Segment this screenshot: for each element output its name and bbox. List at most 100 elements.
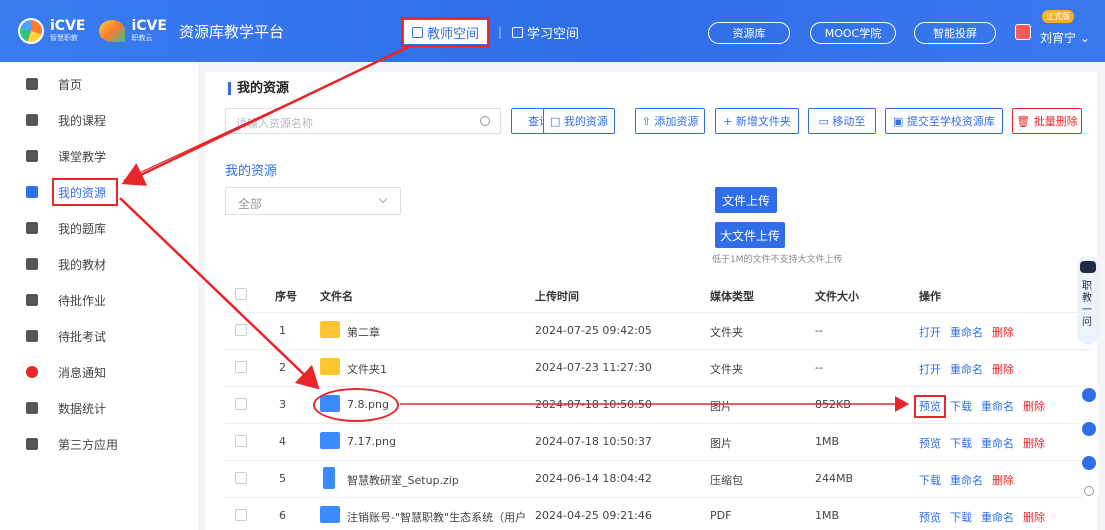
media-type: 图片 [710,437,732,450]
row-actions: 打开 重命名 删除 [919,361,1023,377]
row-index: 2 [279,361,286,374]
rename-link[interactable]: 重命名 [981,437,1014,450]
table-row[interactable]: 5 智慧教研室_Setup.zip 2024-06-14 18:04:42 压缩… [225,461,1089,498]
resource-library-button[interactable]: 资源库 [708,22,790,44]
delete-link[interactable]: 删除 [1023,400,1045,413]
homework-icon [26,294,38,306]
open-link[interactable]: 打开 [919,363,941,376]
my-resources-button[interactable]: □ 我的资源 [543,108,615,134]
nav-teacher-space[interactable]: 教师空间 [400,17,491,47]
col-size: 文件大小 [815,290,859,303]
sidebar-item-home[interactable]: 首页 [0,66,198,102]
add-resource-button[interactable]: ⇧ 添加资源 [635,108,705,134]
rename-link[interactable]: 重命名 [950,326,983,339]
preview-link[interactable]: 预览 [914,395,946,418]
nav-study-label: 学习空间 [527,26,580,42]
teacher-space-icon [412,26,423,38]
sidebar-item-label: 我的教材 [58,257,107,272]
search-input[interactable]: 请输入资源名称 [225,108,501,134]
top-navigation-bar: iCVE 智慧职教 iCVE 职教云 资源库教学平台 教师空间 | 学习空间 资… [0,0,1105,62]
delete-link[interactable]: 删除 [992,326,1014,339]
file-name[interactable]: 注销账号-"智慧职教"生态系统（用户 [347,509,527,525]
sidebar-item-resources[interactable]: 我的资源 [0,174,198,210]
download-link[interactable]: 下载 [919,474,941,487]
row-checkbox[interactable] [235,398,247,410]
sidebar-item-homework[interactable]: 待批作业 [0,282,198,318]
download-link[interactable]: 下载 [950,511,972,524]
file-name[interactable]: 7.17.png [347,435,396,448]
user-menu[interactable]: 刘宵宁 ⌄ [1040,29,1090,46]
file-name[interactable]: 第二章 [347,324,380,340]
sidebar-item-classroom[interactable]: 课堂教学 [0,138,198,174]
open-link[interactable]: 打开 [919,326,941,339]
image-file-icon [320,432,340,449]
close-icon[interactable] [1084,486,1094,496]
sidebar-item-exams[interactable]: 待批考试 [0,318,198,354]
table-row[interactable]: 4 7.17.png 2024-07-18 10:50:37 图片 1MB 预览… [225,424,1089,461]
media-type: 压缩包 [710,474,743,487]
type-filter-select[interactable]: 全部 [225,187,401,215]
assistant-widget[interactable]: 职教一问 [1077,255,1099,345]
smart-screen-button[interactable]: 智能投屏 [914,22,996,44]
row-actions: 预览 下载 重命名 删除 [919,509,1054,525]
delete-link[interactable]: 删除 [992,474,1014,487]
sidebar-item-apps[interactable]: 第三方应用 [0,426,198,462]
customer-service-icon[interactable] [1082,388,1096,402]
download-link[interactable]: 下载 [950,437,972,450]
row-index: 4 [279,435,286,448]
table-row[interactable]: 1 第二章 2024-07-25 09:42:05 文件夹 -- 打开 重命名 删除 [225,313,1089,350]
question-bank-icon [26,222,38,234]
new-folder-button[interactable]: + 新增文件夹 [715,108,799,134]
filter-value: 全部 [238,197,263,211]
batch-delete-button[interactable]: 🗑 批量删除 [1012,108,1082,134]
nav-divider: | [498,25,503,39]
file-name[interactable]: 智慧教研室_Setup.zip [347,472,459,488]
delete-link[interactable]: 删除 [1023,511,1045,524]
preview-link[interactable]: 预览 [919,437,941,450]
row-checkbox[interactable] [235,361,247,373]
logo-group[interactable]: iCVE 智慧职教 iCVE 职教云 资源库教学平台 [18,18,284,44]
stats-icon [26,402,38,414]
sidebar-item-stats[interactable]: 数据统计 [0,390,198,426]
rename-link[interactable]: 重命名 [981,511,1014,524]
delete-link[interactable]: 删除 [1023,437,1045,450]
col-time: 上传时间 [535,290,579,303]
rename-link[interactable]: 重命名 [950,474,983,487]
exam-icon [26,330,38,342]
sidebar-item-textbooks[interactable]: 我的教材 [0,246,198,282]
study-space-icon [512,26,523,38]
sidebar-item-messages[interactable]: 消息通知 [0,354,198,390]
mooc-button[interactable]: MOOC学院 [810,22,896,44]
apps-icon [26,438,38,450]
file-upload-button[interactable]: 文件上传 [715,187,777,213]
media-type: 文件夹 [710,326,743,339]
sidebar-item-question-bank[interactable]: 我的题库 [0,210,198,246]
preview-link[interactable]: 预览 [919,511,941,524]
select-all-checkbox[interactable] [235,288,247,300]
sidebar-item-label: 课堂教学 [58,149,107,164]
submit-school-library-button[interactable]: ▣ 提交至学校资源库 [885,108,1003,134]
move-to-button[interactable]: ▭ 移动至 [808,108,876,134]
table-row[interactable]: 3 7.8.png 2024-07-18 10:50:50 图片 852KB 预… [225,387,1089,424]
help-icon[interactable] [1082,456,1096,470]
rename-link[interactable]: 重命名 [981,400,1014,413]
row-index: 6 [279,509,286,522]
sidebar-item-courses[interactable]: 我的课程 [0,102,198,138]
delete-link[interactable]: 删除 [992,363,1014,376]
table-row[interactable]: 6 注销账号-"智慧职教"生态系统（用户 2024-04-25 09:21:46… [225,498,1089,530]
table-row[interactable]: 2 文件夹1 2024-07-23 11:27:30 文件夹 -- 打开 重命名删… [225,350,1089,387]
row-checkbox[interactable] [235,509,247,521]
nav-study-space[interactable]: 学习空间 [512,20,579,44]
home-icon [26,78,38,90]
avatar[interactable] [1015,24,1031,40]
row-checkbox[interactable] [235,472,247,484]
row-checkbox[interactable] [235,324,247,336]
row-checkbox[interactable] [235,435,247,447]
cloud-download-icon[interactable] [1082,422,1096,436]
row-index: 1 [279,324,286,337]
download-link[interactable]: 下载 [950,400,972,413]
large-file-upload-button[interactable]: 大文件上传 [715,222,785,248]
file-name[interactable]: 文件夹1 [347,361,387,377]
search-icon[interactable] [480,116,490,126]
rename-link[interactable]: 重命名 [950,363,983,376]
